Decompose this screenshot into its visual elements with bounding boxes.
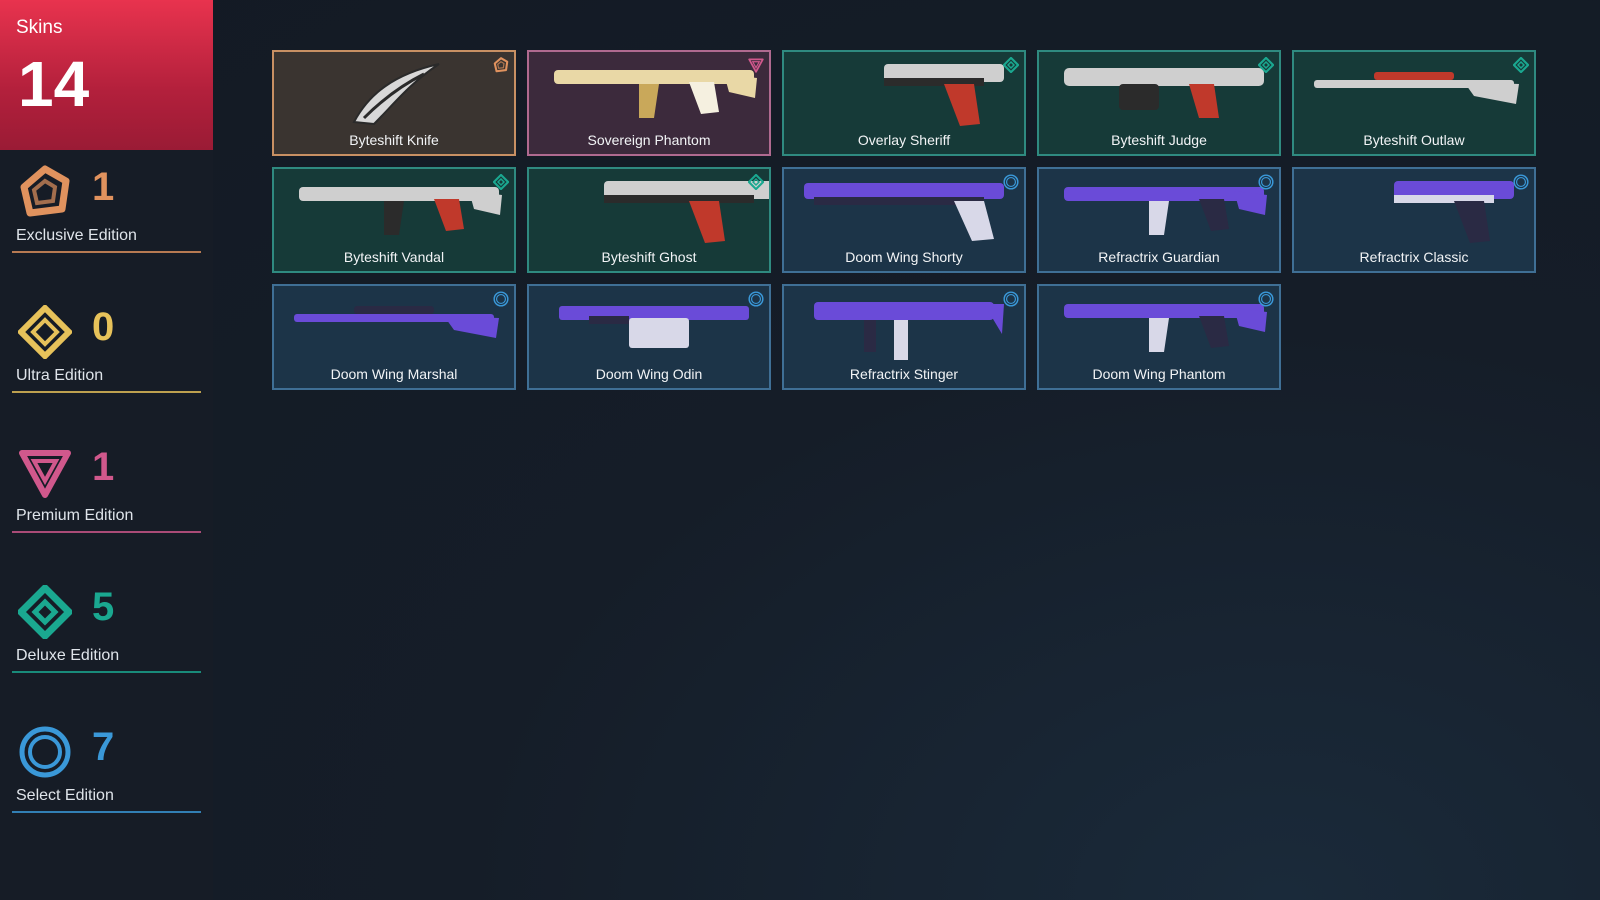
edition-label: Deluxe Edition (16, 647, 120, 664)
select-edition-icon (493, 291, 509, 307)
skins-title: Skins (16, 17, 63, 38)
skin-name: Byteshift Ghost (601, 249, 697, 265)
weapon-image (1039, 54, 1279, 130)
skin-name: Doom Wing Shorty (845, 249, 963, 265)
select-edition-icon (1258, 291, 1274, 307)
edition-label: Exclusive Edition (16, 227, 137, 244)
edition-deluxe-edition[interactable]: 5 Deluxe Edition (12, 583, 201, 673)
edition-ultra-edition[interactable]: 0 Ultra Edition (12, 303, 201, 393)
select-edition-icon (1003, 174, 1019, 190)
skin-card[interactable]: Byteshift Knife (272, 50, 516, 156)
deluxe-edition-icon (747, 173, 765, 191)
sidebar: Skins 14 1 Exclusive Edition 0 Ultra Edi… (0, 0, 213, 900)
skin-name: Refractrix Classic (1359, 249, 1469, 265)
edition-divider (12, 251, 201, 253)
skin-card[interactable]: Byteshift Vandal (272, 167, 516, 273)
edition-divider (12, 391, 201, 393)
weapon-image (784, 288, 1024, 364)
select-edition-icon (748, 291, 764, 307)
skin-card[interactable]: Byteshift Judge (1037, 50, 1281, 156)
weapon-image (784, 171, 1024, 247)
premium-edition-icon (18, 445, 72, 499)
edition-count: 5 (92, 585, 115, 629)
edition-count: 7 (92, 725, 115, 769)
ultra-edition-icon (16, 303, 74, 361)
weapon-image (529, 54, 769, 130)
skin-card[interactable]: Refractrix Guardian (1037, 167, 1281, 273)
weapon-image (529, 171, 769, 247)
deluxe-edition-icon (1257, 56, 1275, 74)
skin-card[interactable]: Sovereign Phantom (527, 50, 771, 156)
skin-card[interactable]: Refractrix Stinger (782, 284, 1026, 390)
select-edition-icon (1258, 174, 1274, 190)
weapon-image (784, 54, 1024, 130)
weapon-image (274, 171, 514, 247)
deluxe-edition-icon (492, 173, 510, 191)
skin-name: Refractrix Guardian (1098, 249, 1220, 265)
edition-count: 1 (92, 445, 115, 489)
skin-card[interactable]: Byteshift Outlaw (1292, 50, 1536, 156)
skin-card[interactable]: Byteshift Ghost (527, 167, 771, 273)
edition-select-edition[interactable]: 7 Select Edition (12, 725, 201, 813)
deluxe-edition-icon (16, 583, 74, 641)
select-edition-icon (1513, 174, 1529, 190)
skin-name: Doom Wing Marshal (330, 366, 458, 382)
skin-card[interactable]: Doom Wing Marshal (272, 284, 516, 390)
edition-count: 1 (92, 165, 115, 209)
edition-label: Select Edition (16, 787, 114, 804)
weapon-image (1039, 288, 1279, 364)
select-edition-icon (18, 725, 72, 779)
exclusive-edition-icon (18, 165, 72, 219)
edition-premium-edition[interactable]: 1 Premium Edition (12, 445, 201, 533)
skins-count: 14 (18, 48, 90, 120)
skin-card[interactable]: Doom Wing Shorty (782, 167, 1026, 273)
edition-divider (12, 671, 201, 673)
weapon-image (274, 288, 514, 364)
weapon-image (274, 54, 514, 130)
skin-card[interactable]: Doom Wing Odin (527, 284, 771, 390)
skin-name: Doom Wing Odin (595, 366, 703, 382)
skins-header: Skins 14 (0, 0, 213, 150)
skin-name: Overlay Sheriff (857, 132, 951, 148)
edition-label: Premium Edition (16, 507, 134, 524)
skin-name: Refractrix Stinger (849, 366, 959, 382)
skin-name: Byteshift Vandal (343, 249, 445, 265)
skin-name: Byteshift Knife (349, 132, 439, 148)
skin-name: Sovereign Phantom (587, 132, 711, 148)
skin-card[interactable]: Overlay Sheriff (782, 50, 1026, 156)
edition-count: 0 (92, 305, 115, 349)
edition-label: Ultra Edition (16, 367, 104, 384)
weapon-image (1294, 171, 1534, 247)
weapon-image (1294, 54, 1534, 130)
edition-divider (12, 531, 201, 533)
skin-card[interactable]: Refractrix Classic (1292, 167, 1536, 273)
skin-name: Doom Wing Phantom (1092, 366, 1226, 382)
deluxe-edition-icon (1002, 56, 1020, 74)
edition-exclusive-edition[interactable]: 1 Exclusive Edition (12, 165, 201, 253)
weapon-image (529, 288, 769, 364)
deluxe-edition-icon (1512, 56, 1530, 74)
weapon-image (1039, 171, 1279, 247)
premium-edition-icon (748, 57, 764, 73)
edition-divider (12, 811, 201, 813)
skin-name: Byteshift Outlaw (1363, 132, 1465, 148)
skin-name: Byteshift Judge (1111, 132, 1207, 148)
exclusive-edition-icon (493, 57, 509, 73)
select-edition-icon (1003, 291, 1019, 307)
skin-card[interactable]: Doom Wing Phantom (1037, 284, 1281, 390)
